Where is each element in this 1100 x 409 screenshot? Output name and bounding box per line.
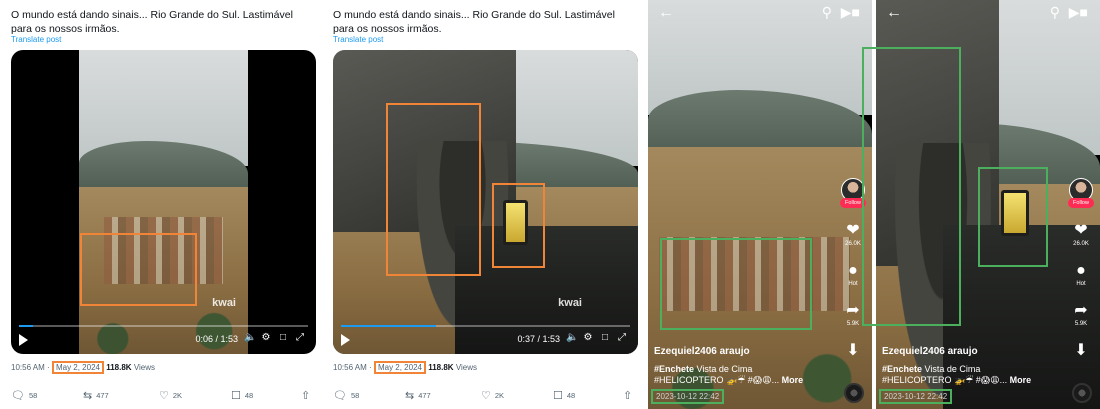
video-progress-bar[interactable] (19, 325, 308, 327)
video-description: #Enchete Vista de Cima #HELICOPTERO 🚁☔ #… (882, 364, 1032, 385)
video-timecode: 0:06 / 1:53 (195, 334, 238, 344)
share-icon: ⇧ (623, 390, 633, 402)
video-timecode: 0:37 / 1:53 (517, 334, 560, 344)
tweet-caption: O mundo está dando sinais... Rio Grande … (11, 9, 293, 35)
download-button[interactable]: ⬇ (1068, 342, 1094, 360)
creator-username[interactable]: Ezequiel2406 araujo (882, 346, 978, 357)
views-count: 118.8K (428, 363, 454, 372)
helicopter-cockpit-frame (333, 50, 638, 354)
translate-link[interactable]: Translate post (11, 35, 61, 44)
reply-button[interactable]: 🗨 58 (333, 389, 359, 402)
tweet-date[interactable]: May 2, 2024 (51, 361, 104, 374)
bookmark-button[interactable]: ☐ 48 (553, 389, 575, 402)
download-icon: ⬇ (1074, 342, 1088, 359)
repost-button[interactable]: ⇆ 477 (405, 389, 431, 402)
play-icon[interactable] (341, 334, 350, 346)
playlist-icon[interactable]: ▶■ (841, 4, 860, 21)
video-timestamp: 2023-10-12 22:42 (651, 389, 725, 404)
search-icon[interactable]: ⚲ (822, 4, 832, 21)
pip-icon[interactable]: □ (277, 332, 289, 343)
highlight-window-box (862, 47, 961, 326)
follow-button[interactable]: Follow (1068, 198, 1094, 208)
bookmark-icon: ☐ (553, 390, 563, 402)
settings-gear-icon[interactable]: ⚙ (582, 332, 594, 343)
heart-icon: ♡ (159, 390, 169, 402)
share-arrow-icon: ➦ (846, 302, 860, 319)
like-button[interactable]: ❤ 26.0K (1068, 222, 1094, 248)
tweet-time: 10:56 AM (11, 363, 45, 372)
fullscreen-icon[interactable]: ⤢ (616, 332, 628, 343)
share-button[interactable]: ⇧ (301, 389, 310, 402)
search-icon[interactable]: ⚲ (1050, 4, 1060, 21)
share-button[interactable]: ⇧ (623, 389, 632, 402)
reply-icon: 🗨 (333, 390, 347, 402)
tweet-time: 10:56 AM (333, 363, 367, 372)
video-timestamp: 2023-10-12 22:42 (879, 389, 953, 404)
highlight-gps-box (978, 167, 1048, 267)
tweet-date[interactable]: May 2, 2024 (373, 361, 426, 374)
tweet-caption: O mundo está dando sinais... Rio Grande … (333, 9, 615, 35)
playlist-icon[interactable]: ▶■ (1069, 4, 1088, 21)
reply-button[interactable]: 🗨 58 (11, 389, 37, 402)
play-icon[interactable] (19, 334, 28, 346)
video-player[interactable]: kwai 0:37 / 1:53 🔈 ⚙ □ ⤢ (333, 50, 638, 354)
video-player[interactable]: kwai 0:06 / 1:53 🔈 ⚙ □ ⤢ (11, 50, 316, 354)
heart-icon: ❤ (846, 222, 860, 239)
tiktok-panel-1: ← ⚲ ▶■ Follow ❤ 26.0K ● Hot ➦ 5.9K ⬇ Ezequi… (648, 0, 872, 409)
back-arrow-icon[interactable]: ← (658, 4, 674, 22)
video-progress-bar[interactable] (341, 325, 630, 327)
volume-icon[interactable]: 🔈 (566, 332, 578, 343)
music-disc-icon[interactable] (844, 383, 864, 403)
repost-button[interactable]: ⇆ 477 (83, 389, 109, 402)
creator-username[interactable]: Ezequiel2406 araujo (654, 346, 750, 357)
pip-icon[interactable]: □ (599, 332, 611, 343)
like-button[interactable]: ♡ 2K (159, 389, 182, 402)
kwai-watermark: kwai (558, 297, 582, 309)
bookmark-icon: ☐ (231, 390, 241, 402)
tweet-meta: 10:56 AM · May 2, 2024 118.8K Views (11, 361, 156, 374)
more-link[interactable]: More (782, 375, 804, 385)
share-button[interactable]: ➦ 5.9K (1068, 302, 1094, 328)
reply-icon: 🗨 (11, 390, 25, 402)
fullscreen-icon[interactable]: ⤢ (294, 332, 306, 343)
download-icon: ⬇ (846, 342, 860, 359)
comments-button[interactable]: ● Hot (1068, 262, 1094, 288)
bookmark-button[interactable]: ☐ 48 (231, 389, 253, 402)
video-description: #Enchete Vista de Cima #HELICOPTERO 🚁☔ #… (654, 364, 804, 385)
repost-icon: ⇆ (83, 390, 93, 402)
repost-icon: ⇆ (405, 390, 415, 402)
translate-link[interactable]: Translate post (333, 35, 383, 44)
kwai-watermark: kwai (212, 297, 236, 309)
back-arrow-icon[interactable]: ← (886, 4, 902, 22)
more-link[interactable]: More (1010, 375, 1032, 385)
comment-icon: ● (1076, 262, 1086, 279)
highlight-houses-box (80, 233, 197, 306)
like-button[interactable]: ♡ 2K (481, 389, 504, 402)
views-count: 118.8K (106, 363, 132, 372)
heart-icon: ♡ (481, 390, 491, 402)
share-arrow-icon: ➦ (1074, 302, 1088, 319)
download-button[interactable]: ⬇ (840, 342, 866, 360)
highlight-houses-box (660, 238, 812, 330)
highlight-gps-box (492, 183, 545, 268)
tweet-meta: 10:56 AM · May 2, 2024 118.8K Views (333, 361, 478, 374)
heart-icon: ❤ (1074, 222, 1088, 239)
tweet-panel-1: O mundo está dando sinais... Rio Grande … (0, 0, 318, 409)
tweet-panel-2: O mundo está dando sinais... Rio Grande … (322, 0, 640, 409)
settings-gear-icon[interactable]: ⚙ (260, 332, 272, 343)
music-disc-icon[interactable] (1072, 383, 1092, 403)
comment-icon: ● (848, 262, 858, 279)
share-icon: ⇧ (301, 390, 311, 402)
highlight-window-box (386, 103, 481, 276)
volume-icon[interactable]: 🔈 (244, 332, 256, 343)
